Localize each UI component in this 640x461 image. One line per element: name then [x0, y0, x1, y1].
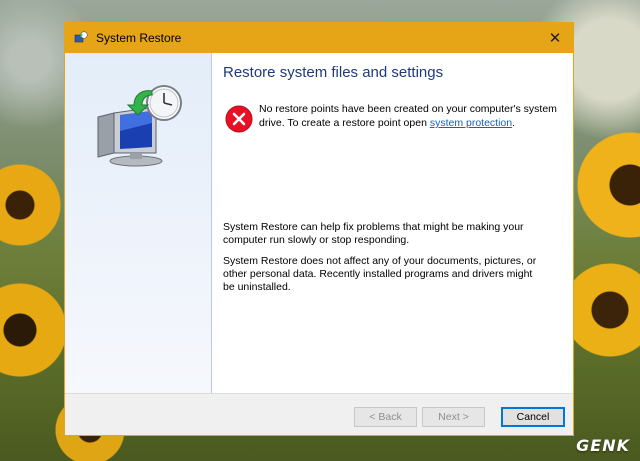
system-restore-window: System Restore ✕ Restore system files an…	[64, 22, 574, 436]
error-icon	[225, 105, 253, 133]
title-bar[interactable]: System Restore ✕	[65, 23, 573, 53]
side-panel	[65, 53, 212, 393]
close-icon[interactable]: ✕	[537, 23, 573, 53]
cancel-button[interactable]: Cancel	[501, 407, 565, 427]
back-button[interactable]: < Back	[354, 407, 417, 427]
computer-clock-restore-icon	[94, 81, 186, 167]
next-button[interactable]: Next >	[422, 407, 485, 427]
error-message: No restore points have been created on y…	[259, 102, 559, 130]
system-restore-icon	[74, 31, 88, 45]
info-paragraph-1: System Restore can help fix problems tha…	[223, 221, 524, 246]
error-message-end: .	[512, 117, 516, 129]
watermark-logo: GENK	[576, 436, 630, 455]
info-paragraph-2: System Restore does not affect any of yo…	[223, 255, 537, 293]
system-protection-link[interactable]: system protection	[430, 117, 512, 129]
content-area: Restore system files and settings No res…	[212, 53, 573, 393]
button-bar: < Back Next > Cancel	[65, 393, 573, 435]
page-title: Restore system files and settings	[223, 64, 444, 81]
window-title: System Restore	[96, 31, 182, 45]
